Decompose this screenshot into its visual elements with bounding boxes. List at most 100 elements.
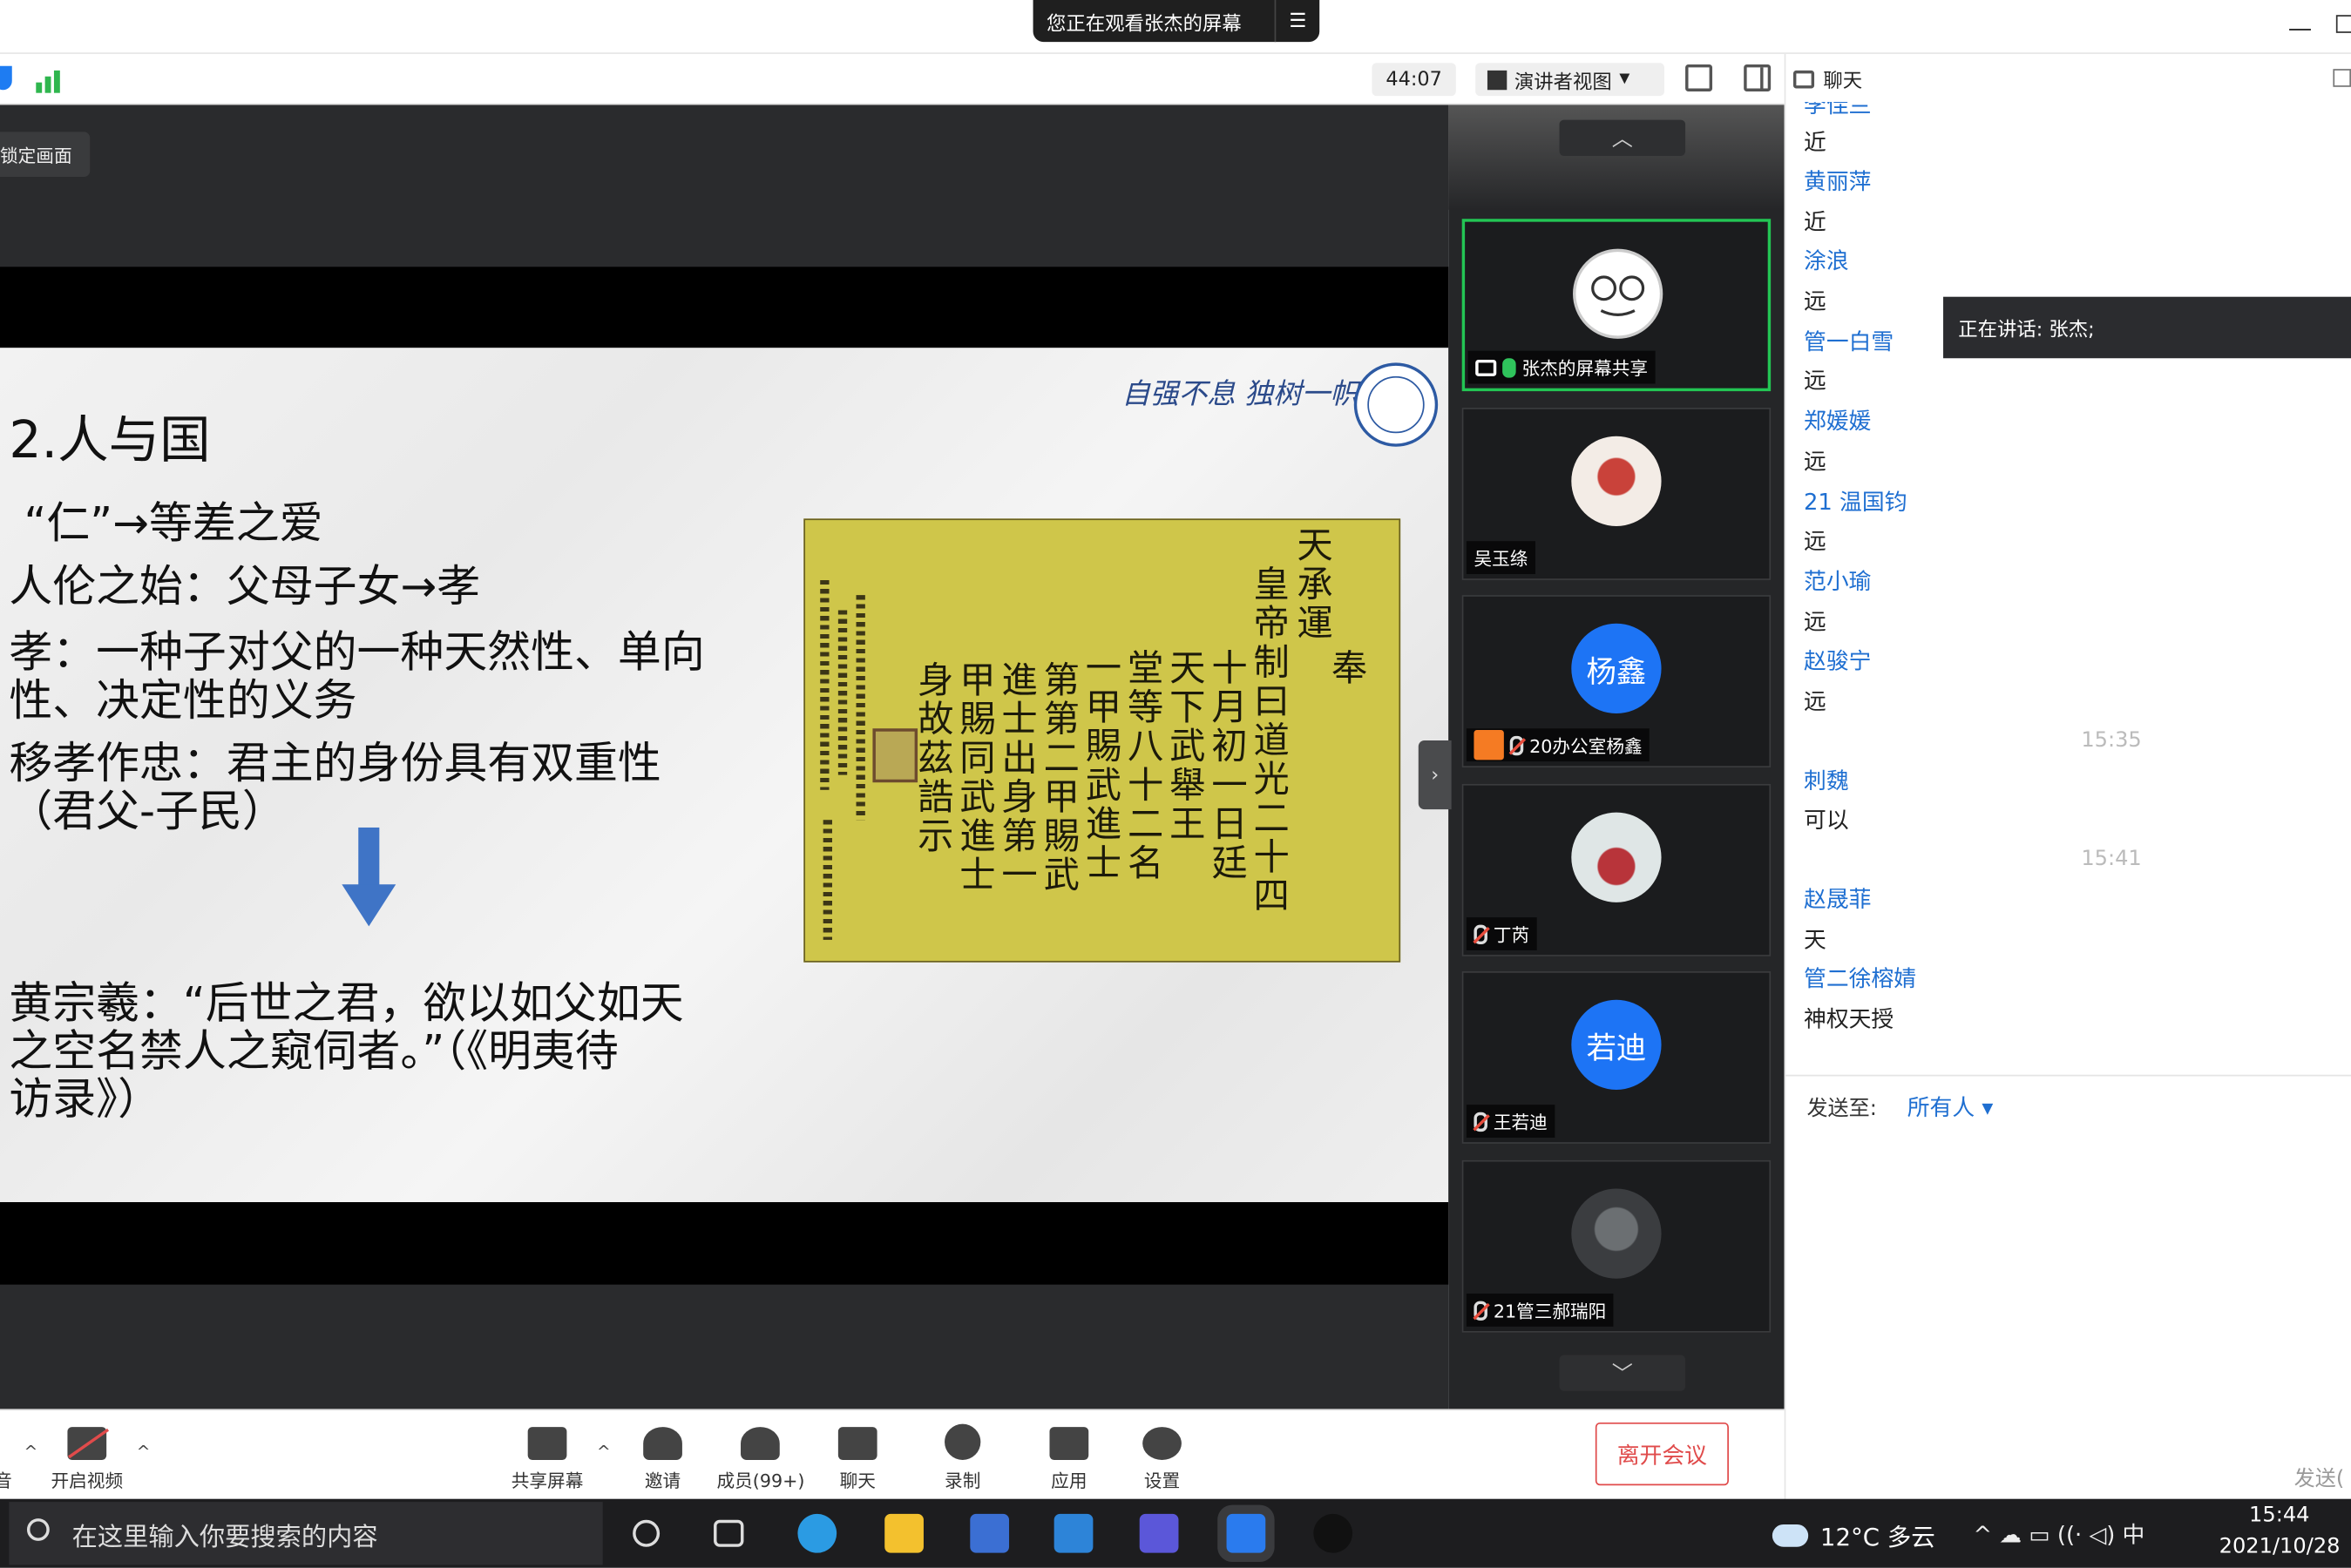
chevron-up-icon[interactable]: ^	[597, 1442, 611, 1461]
university-motto: 自强不息 独树一帜	[1121, 377, 1359, 411]
chevron-up-icon[interactable]: ^	[24, 1442, 38, 1461]
file-explorer-icon[interactable]	[884, 1513, 924, 1553]
video-tile[interactable]: 21管三郝瑞阳	[1461, 1159, 1772, 1333]
chat-timestamp: 15:35	[2081, 728, 2142, 753]
weather-widget[interactable]: 12°C 多云	[1772, 1517, 1935, 1552]
seal-stamp	[872, 728, 918, 783]
chat-message: 远	[1804, 608, 1826, 636]
slide-line: “仁”→等差之爱	[24, 497, 323, 549]
small-script	[837, 610, 848, 775]
participant-nametag: 20办公室杨鑫	[1466, 728, 1650, 762]
record-icon	[945, 1423, 981, 1460]
audio-button[interactable]: 音	[0, 1418, 12, 1493]
edge-icon[interactable]	[797, 1513, 837, 1553]
leave-meeting-button[interactable]: 离开会议	[1595, 1422, 1729, 1486]
chevron-up-icon[interactable]: ︿	[1559, 119, 1686, 156]
mail-icon[interactable]	[1054, 1513, 1094, 1553]
members-button[interactable]: 成员(99+)	[716, 1418, 805, 1493]
collapse-gallery-button[interactable]: ›	[1418, 740, 1452, 810]
apps-button[interactable]: 应用	[1049, 1418, 1089, 1493]
tencent-meeting-icon[interactable]	[1226, 1513, 1266, 1553]
view-mode-dropdown[interactable]: 演讲者视图 ▼	[1475, 63, 1664, 97]
signal-icon[interactable]	[36, 66, 63, 93]
slide-title: 2.人与国	[9, 410, 211, 471]
chat-message: 近	[1804, 128, 1826, 156]
participant-name: 20办公室杨鑫	[1529, 735, 1643, 757]
view-mode-label: 演讲者视图	[1514, 71, 1612, 94]
chevron-up-icon[interactable]: ^	[137, 1442, 151, 1461]
meeting-timer: 44:07	[1372, 63, 1456, 97]
cortana-icon[interactable]	[633, 1519, 661, 1547]
system-tray[interactable]: ^ ☁ ▭ ((· ◁) 中	[1973, 1518, 2144, 1550]
settings-button[interactable]: 设置	[1142, 1418, 1182, 1493]
chat-sender-name[interactable]: 管一白雪	[1804, 325, 1894, 356]
decree-column: 第第二甲賜武	[1043, 659, 1080, 896]
chat-message: 神权天授	[1804, 1005, 1894, 1033]
decree-column: 進士出身第一	[1001, 659, 1038, 896]
participant-nametag: 丁芮	[1466, 917, 1537, 950]
start-video-button[interactable]: 开启视频	[51, 1418, 123, 1493]
restore-icon[interactable]	[2335, 15, 2351, 33]
chat-sender-name[interactable]: 刺魏	[1804, 765, 1849, 796]
search-icon	[26, 1518, 50, 1541]
share-screen-button[interactable]: 共享屏幕	[512, 1418, 583, 1493]
screen-share-notice[interactable]: 您正在观看张杰的屏幕 ☰	[1033, 0, 1320, 43]
letterbox-top	[0, 267, 1449, 348]
participant-nametag: 21管三郝瑞阳	[1466, 1293, 1614, 1327]
chat-sender-name[interactable]: 赵骏宁	[1804, 645, 1871, 676]
chat-sender-name[interactable]: 范小瑜	[1804, 565, 1871, 597]
chat-sender-name[interactable]: 管二徐榕婧	[1804, 963, 1916, 994]
settings-label: 设置	[1143, 1470, 1181, 1492]
slide-line: 孝：一种子对父的一种天然性、单向	[9, 626, 705, 678]
invite-button[interactable]: 邀请	[643, 1418, 682, 1493]
avatar: 杨鑫	[1571, 623, 1662, 714]
popout-icon[interactable]	[2333, 69, 2351, 87]
shield-icon[interactable]	[0, 65, 12, 91]
video-tile[interactable]: 张杰的屏幕共享	[1461, 219, 1772, 392]
task-view-icon[interactable]	[714, 1519, 744, 1547]
qq-icon[interactable]	[1313, 1513, 1353, 1553]
members-label: 成员(99+)	[716, 1470, 805, 1492]
chat-message: 远	[1804, 448, 1826, 476]
chat-header: 聊天	[1792, 64, 1862, 93]
chat-sender-name[interactable]: 涂浪	[1804, 244, 1849, 275]
app-icon[interactable]	[1139, 1513, 1179, 1553]
chat-sender-name[interactable]: 黄丽萍	[1804, 165, 1871, 196]
video-tile[interactable]: 若迪 王若迪	[1461, 971, 1772, 1144]
clock-date[interactable]: 2021/10/28	[2219, 1535, 2341, 1559]
record-button[interactable]: 录制	[945, 1418, 980, 1493]
down-arrow-icon	[342, 827, 396, 927]
store-icon[interactable]	[970, 1513, 1010, 1553]
chevron-down-icon[interactable]: ﹀	[1559, 1355, 1686, 1391]
slide-line: 访录》）	[9, 1073, 162, 1125]
send-button[interactable]: 发送(	[2294, 1463, 2345, 1492]
video-tile[interactable]: 吴玉绦	[1461, 408, 1772, 580]
avatar	[1571, 436, 1662, 526]
minimize-icon[interactable]: —	[2288, 13, 2313, 42]
decree-column: 奉	[1331, 647, 1368, 690]
lock-screen-button[interactable]: 锁定画面	[0, 132, 91, 178]
decree-column: 天承運	[1297, 524, 1333, 645]
taskbar-search-input[interactable]: 在这里输入你要搜索的内容	[9, 1502, 603, 1565]
menu-icon[interactable]: ☰	[1274, 0, 1320, 43]
sidebar-toggle-icon[interactable]	[1744, 64, 1772, 91]
profile-icon	[1474, 729, 1504, 760]
video-tile[interactable]: 杨鑫 20办公室杨鑫	[1461, 595, 1772, 767]
screen-share-icon	[1475, 359, 1497, 376]
slide-line: 移孝作忠：君主的身份具有双重性	[9, 737, 661, 789]
clock-time[interactable]: 15:44	[2249, 1504, 2309, 1528]
chat-sender-name[interactable]: 赵晟菲	[1804, 882, 1871, 914]
speaker-view-icon	[1487, 70, 1507, 90]
chat-button[interactable]: 聊天	[837, 1418, 877, 1493]
chevron-down-icon: ▼	[1619, 71, 1630, 87]
fullscreen-icon[interactable]	[1685, 64, 1713, 91]
divider	[1784, 1074, 2351, 1077]
chat-timestamp: 15:41	[2081, 847, 2142, 871]
members-icon	[741, 1427, 781, 1460]
chat-sender-name[interactable]: 郑媛媛	[1804, 405, 1871, 436]
send-to-dropdown[interactable]: 所有人 ▾	[1907, 1092, 1994, 1123]
small-script	[823, 820, 832, 940]
avatar	[1571, 1188, 1662, 1279]
video-tile[interactable]: 丁芮	[1461, 783, 1772, 956]
chat-sender-name[interactable]: 21 温国钧	[1804, 486, 1907, 517]
